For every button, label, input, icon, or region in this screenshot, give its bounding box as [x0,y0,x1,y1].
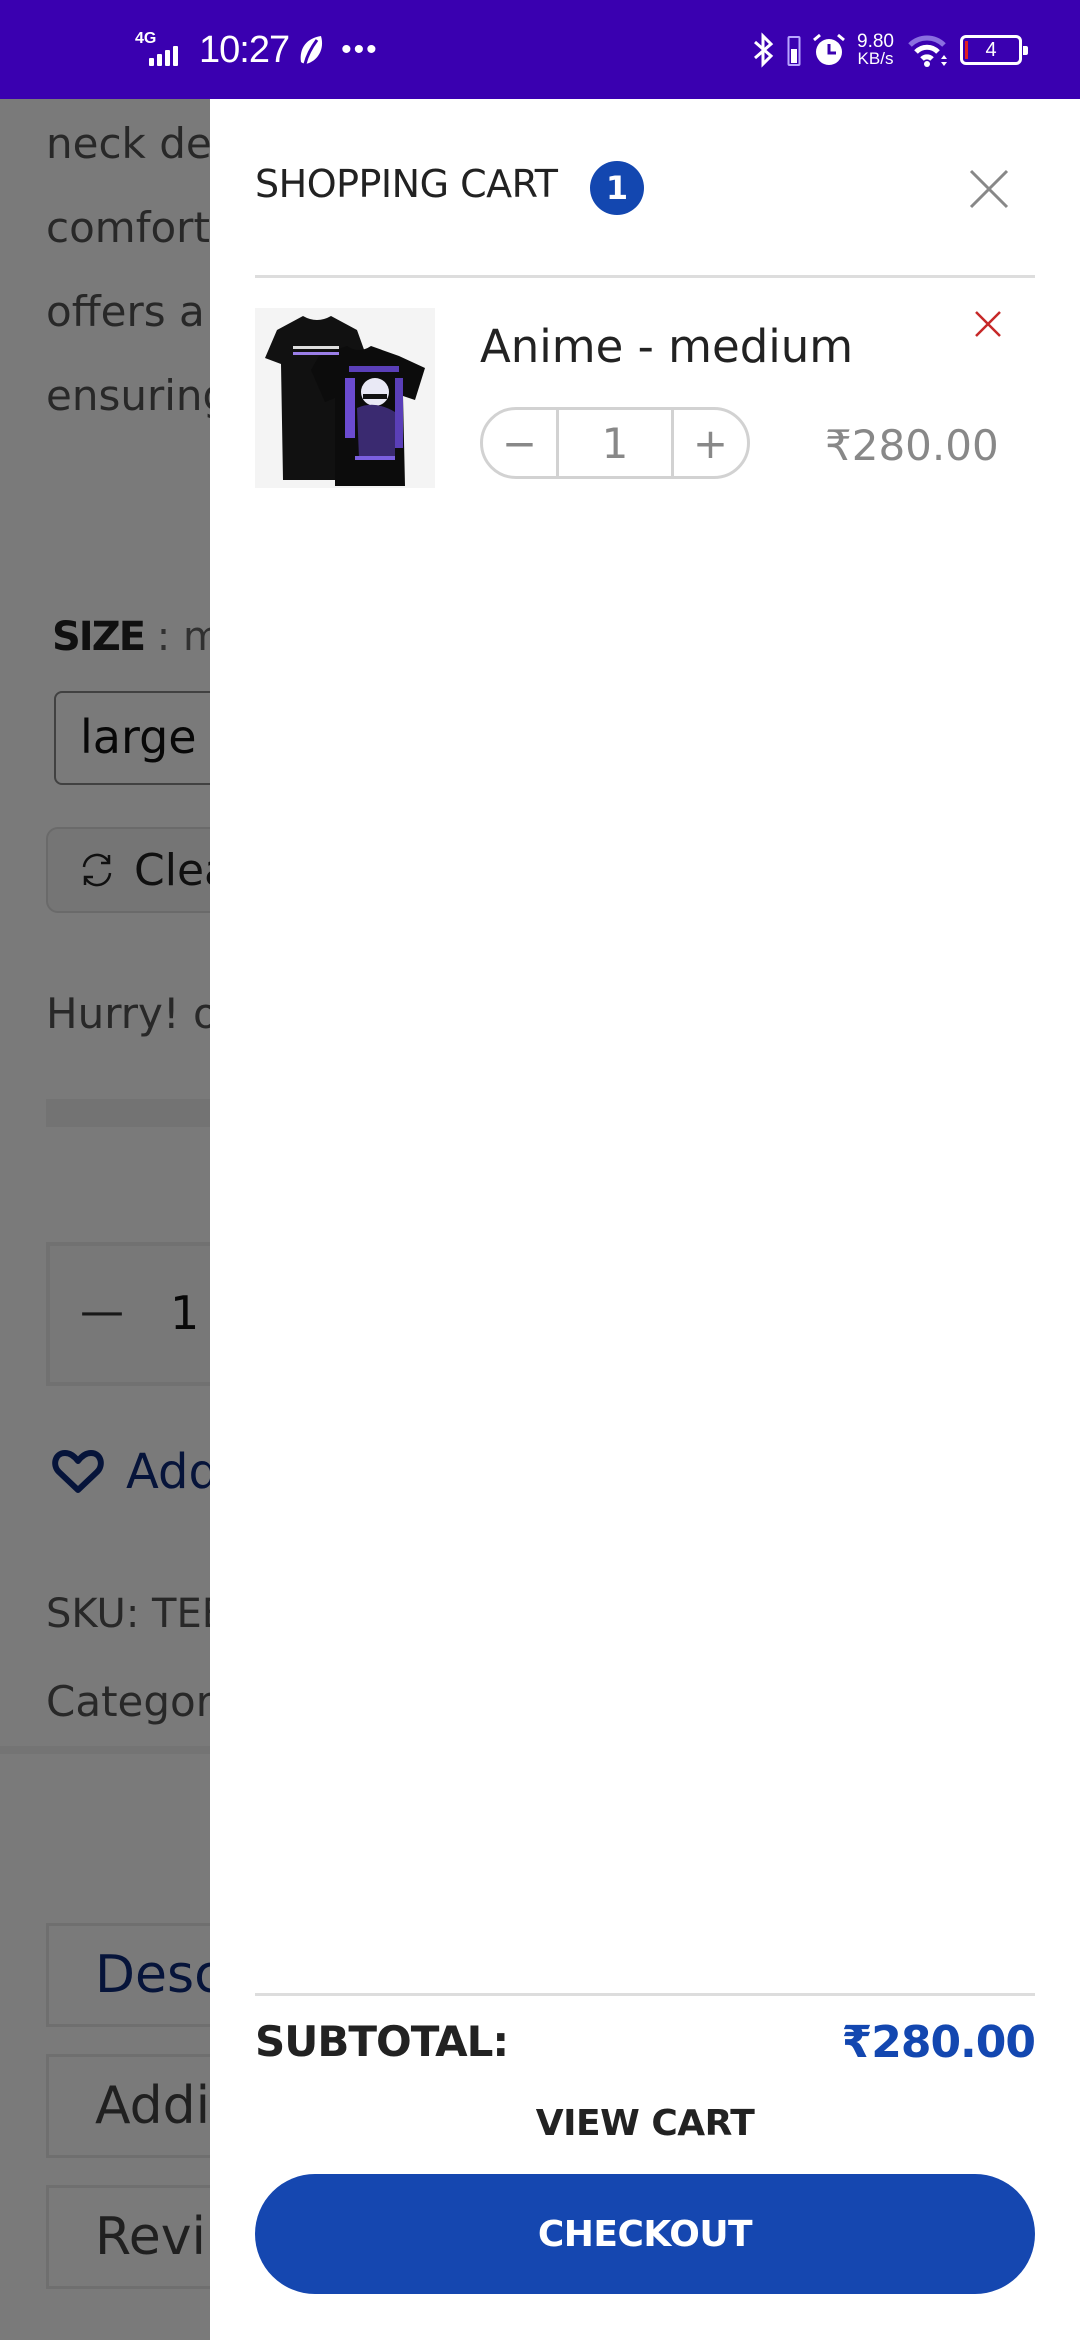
tshirt-image[interactable] [255,308,435,488]
leaf-app-icon [300,36,323,65]
view-cart-link[interactable]: VIEW CART [255,2103,1035,2144]
bluetooth-icon [754,32,774,68]
subtotal-label: SUBTOTAL: [255,2017,509,2066]
cart-count-badge: 1 [590,161,644,215]
subtotal-value: ₹280.00 [841,2017,1036,2068]
decrease-item-quantity-button[interactable]: − [483,410,556,476]
more-notifications-icon: ••• [341,33,379,66]
remove-icon [975,311,1001,337]
remove-item-button[interactable] [973,309,1003,339]
network-speed: 9.80 KB/s [857,31,894,68]
network-speed-value: 9.80 [857,31,894,52]
wifi-icon [908,35,947,67]
item-quantity-input[interactable]: 1 [556,410,674,476]
bluetooth-battery-icon [787,36,801,66]
clock-time: 10:27 [199,28,290,71]
network-speed-unit: KB/s [857,49,894,68]
cart-title: SHOPPING CART [255,162,558,206]
battery-level: 4 [985,38,997,61]
close-icon [969,169,1009,209]
alarm-icon [813,33,845,65]
cart-drawer: SHOPPING CART 1 Anime - medium − 1 + ₹28… [210,99,1080,2340]
battery-icon: 4 [960,35,1028,65]
cart-item-price: ₹280.00 [825,421,999,470]
item-quantity-stepper[interactable]: − 1 + [480,407,750,479]
cellular-signal-icon: 4G [135,30,191,70]
cart-item-name[interactable]: Anime - medium [480,320,853,373]
close-drawer-button[interactable] [965,165,1013,213]
header-divider [255,275,1035,278]
status-bar: 4G 10:27 ••• 9.80 KB/s 4 [0,0,1080,99]
increase-item-quantity-button[interactable]: + [674,410,747,476]
footer-divider [255,1993,1035,1996]
checkout-button[interactable]: CHECKOUT [255,2174,1035,2294]
